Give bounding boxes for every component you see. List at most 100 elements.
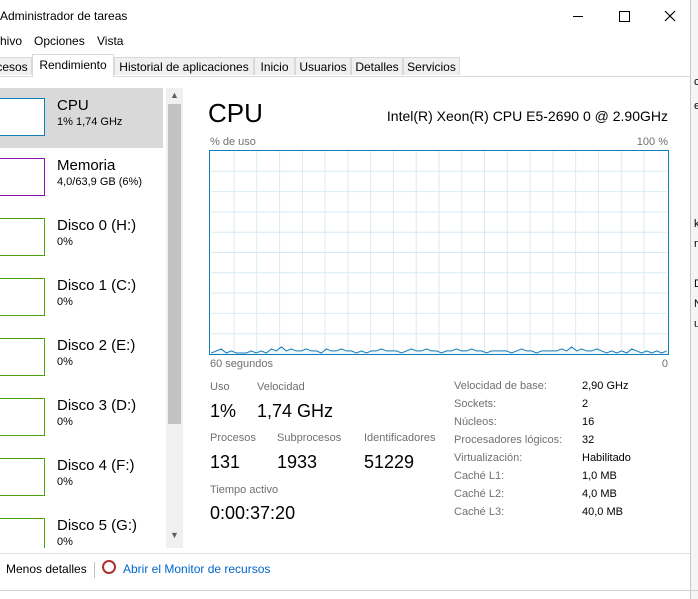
disk-thumbnail — [0, 338, 45, 376]
graph-x-label: 60 segundos — [210, 358, 273, 370]
cpu-thumbnail — [0, 98, 45, 136]
subprocesos-value: 1933 — [277, 452, 318, 472]
resource-monitor-icon[interactable] — [102, 560, 116, 574]
bg-char: D — [694, 278, 698, 290]
menu-archivo[interactable]: hivo — [0, 34, 22, 48]
prop-label: Caché L3: — [454, 506, 505, 518]
prop-label: Velocidad de base: — [454, 380, 547, 392]
tab-servicios[interactable]: Servicios — [403, 57, 460, 75]
subprocesos-label: Subprocesos — [277, 432, 342, 444]
window-bottom-edge — [0, 590, 698, 591]
item-title: Disco 0 (H:) — [57, 217, 137, 234]
less-details-button[interactable]: Menos detalles — [6, 562, 87, 576]
item-title: Disco 4 (F:) — [57, 457, 135, 474]
cpu-usage-graph — [209, 150, 669, 355]
prop-value: 32 — [582, 434, 595, 446]
prop-row: Sockets: 2 — [454, 398, 694, 416]
tab-historial[interactable]: Historial de aplicaciones — [114, 57, 254, 75]
disk-thumbnail — [0, 458, 45, 496]
minimize-button[interactable] — [555, 0, 601, 32]
sidebar-item-disco-4[interactable]: Disco 4 (F:) 0% — [0, 448, 163, 508]
sidebar-item-disco-1[interactable]: Disco 1 (C:) 0% — [0, 268, 163, 328]
item-subtitle: 0% — [57, 296, 73, 308]
prop-label: Procesadores lógicos: — [454, 434, 563, 446]
prop-value: 1,0 MB — [582, 470, 617, 482]
sidebar-item-disco-5[interactable]: Disco 5 (G:) 0% — [0, 508, 163, 548]
resource-monitor-link[interactable]: Abrir el Monitor de recursos — [123, 562, 270, 576]
item-title: Disco 3 (D:) — [57, 397, 137, 414]
prop-label: Caché L1: — [454, 470, 505, 482]
prop-label: Sockets: — [454, 398, 497, 410]
graph-y-label: % de uso — [210, 136, 256, 148]
prop-row: Virtualización: Habilitado — [454, 452, 694, 470]
graph-x-min: 0 — [661, 358, 668, 370]
prop-row: Procesadores lógicos: 32 — [454, 434, 694, 452]
prop-value: 16 — [582, 416, 595, 428]
uso-label: Uso — [210, 381, 230, 393]
prop-label: Virtualización: — [454, 452, 523, 464]
tab-bar: cesos Rendimiento Historial de aplicacio… — [0, 54, 690, 77]
sidebar-item-cpu[interactable]: CPU 1% 1,74 GHz — [0, 88, 163, 148]
item-subtitle: 0% — [57, 476, 73, 488]
bg-char: k — [694, 218, 698, 230]
item-subtitle: 4,0/63,9 GB (6%) — [57, 176, 142, 188]
item-title: Disco 5 (G:) — [57, 517, 138, 534]
item-title: Disco 1 (C:) — [57, 277, 137, 294]
memory-thumbnail — [0, 158, 45, 196]
tab-rendimiento[interactable]: Rendimiento — [32, 54, 114, 77]
bg-char: m — [694, 238, 698, 250]
window-title: Administrador de tareas — [0, 9, 128, 23]
scroll-thumb[interactable] — [168, 104, 181, 424]
sidebar-item-disco-2[interactable]: Disco 2 (E:) 0% — [0, 328, 163, 388]
bg-char: e — [694, 100, 698, 112]
tab-procesos[interactable]: cesos — [0, 57, 32, 75]
item-subtitle: 0% — [57, 236, 73, 248]
close-button[interactable] — [647, 0, 693, 32]
item-title: Disco 2 (E:) — [57, 337, 136, 354]
sidebar-item-disco-0[interactable]: Disco 0 (H:) 0% — [0, 208, 163, 268]
tab-usuarios[interactable]: Usuarios — [295, 57, 351, 75]
bg-char: N — [694, 298, 698, 310]
procesos-label: Procesos — [210, 432, 256, 444]
graph-grid — [211, 151, 667, 354]
maximize-button[interactable] — [601, 0, 647, 32]
menu-opciones[interactable]: Opciones — [34, 34, 85, 48]
sidebar-scrollbar[interactable]: ▲ ▼ — [166, 88, 183, 548]
prop-row: Caché L1: 1,0 MB — [454, 470, 694, 488]
menu-bar: hivo Opciones Vista — [0, 32, 690, 52]
scroll-down-icon[interactable]: ▼ — [166, 530, 183, 544]
menu-vista[interactable]: Vista — [97, 34, 123, 48]
item-subtitle: 0% — [57, 416, 73, 428]
prop-row: Velocidad de base: 2,90 GHz — [454, 380, 694, 398]
item-subtitle: 1% 1,74 GHz — [57, 116, 123, 128]
prop-row: Caché L3: 40,0 MB — [454, 506, 694, 524]
sidebar-item-memoria[interactable]: Memoria 4,0/63,9 GB (6%) — [0, 148, 163, 208]
scroll-up-icon[interactable]: ▲ — [166, 90, 183, 104]
sidebar-item-disco-3[interactable]: Disco 3 (D:) 0% — [0, 388, 163, 448]
page-title: CPU — [208, 98, 263, 128]
disk-thumbnail — [0, 398, 45, 436]
item-title: CPU — [57, 97, 89, 114]
graph-y-max: 100 % — [636, 136, 668, 148]
background-window: c e k m D N u — [690, 0, 698, 599]
disk-thumbnail — [0, 218, 45, 256]
identificadores-label: Identificadores — [364, 432, 436, 444]
prop-value: 2,90 GHz — [582, 380, 629, 392]
bg-char: u — [694, 318, 698, 330]
footer-divider — [94, 562, 95, 578]
prop-value: 2 — [582, 398, 589, 410]
item-subtitle: 0% — [57, 356, 73, 368]
title-bar: Administrador de tareas — [0, 0, 690, 32]
resource-list: CPU 1% 1,74 GHz Memoria 4,0/63,9 GB (6%)… — [0, 88, 168, 548]
procesos-value: 131 — [210, 452, 241, 472]
prop-label: Núcleos: — [454, 416, 497, 428]
item-subtitle: 0% — [57, 536, 73, 548]
disk-thumbnail — [0, 518, 45, 548]
prop-row: Núcleos: 16 — [454, 416, 694, 434]
tab-detalles[interactable]: Detalles — [351, 57, 403, 75]
maximize-icon — [618, 10, 630, 22]
tab-inicio[interactable]: Inicio — [254, 57, 295, 75]
prop-value: 4,0 MB — [582, 488, 617, 500]
velocidad-label: Velocidad — [257, 381, 305, 393]
tiempo-activo-value: 0:00:37:20 — [210, 503, 296, 523]
